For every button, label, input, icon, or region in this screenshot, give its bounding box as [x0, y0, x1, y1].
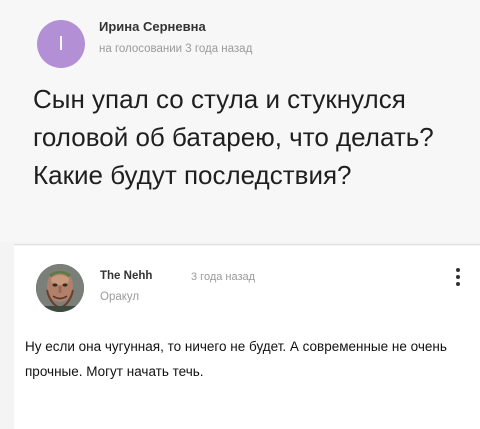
answer-author-avatar[interactable] [36, 264, 84, 312]
answer-author-role: Оракул [100, 291, 140, 303]
face-portrait-icon [36, 264, 84, 312]
answer-text: Ну если она чугунная, то ничего не будет… [25, 339, 447, 379]
more-vertical-icon[interactable] [454, 268, 462, 290]
answer-card: The Nehh 3 года назад Оракул Ну если она… [14, 246, 480, 429]
avatar-letter: I [58, 32, 64, 55]
answer-author-name[interactable]: The Nehh [100, 270, 152, 282]
question-card: I Ирина Серневна на голосовании 3 года н… [0, 0, 480, 242]
question-text: Сын упал со стула и стукнулся головой об… [33, 84, 434, 190]
author-avatar[interactable]: I [37, 20, 85, 68]
answer-time: 3 года назад [191, 271, 256, 283]
divider [14, 244, 480, 245]
question-meta: на голосовании 3 года назад [99, 43, 253, 55]
question-author-name[interactable]: Ирина Серневна [99, 19, 206, 34]
